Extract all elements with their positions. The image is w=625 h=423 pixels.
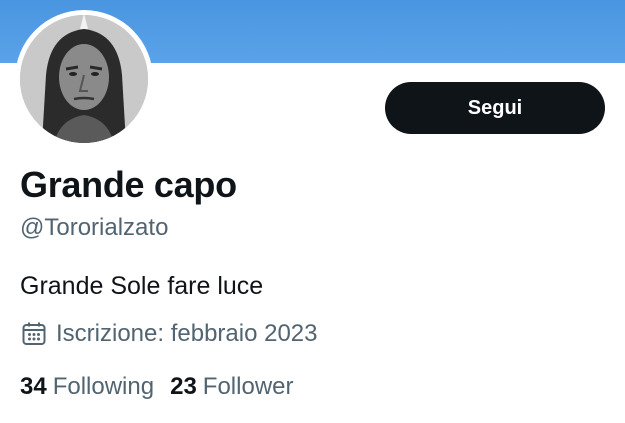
follow-button[interactable]: Segui bbox=[385, 82, 605, 134]
avatar-photo bbox=[20, 15, 148, 143]
followers-link[interactable]: 23 Follower bbox=[170, 373, 293, 401]
following-link[interactable]: 34 Following bbox=[20, 373, 154, 401]
followers-count: 23 bbox=[170, 373, 197, 400]
join-date-text: Iscrizione: febbraio 2023 bbox=[56, 320, 318, 347]
following-label: Following bbox=[52, 373, 155, 400]
followers-label: Follower bbox=[202, 373, 294, 400]
avatar[interactable] bbox=[15, 10, 153, 148]
join-date: Iscrizione: febbraio 2023 bbox=[20, 320, 318, 348]
display-name: Grande capo bbox=[20, 164, 237, 205]
calendar-icon bbox=[20, 320, 48, 348]
profile-bio: Grande Sole fare luce bbox=[20, 272, 264, 300]
user-handle: @Tororialzato bbox=[20, 214, 169, 241]
profile-stats: 34 Following 23 Follower bbox=[20, 373, 294, 401]
following-count: 34 bbox=[20, 373, 47, 400]
